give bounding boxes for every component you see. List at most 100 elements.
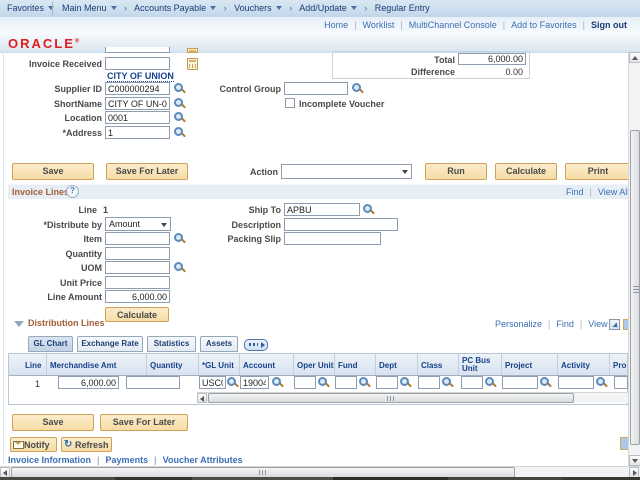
scrollbar-thumb[interactable]: [630, 130, 640, 445]
shortname-input[interactable]: [105, 97, 170, 110]
row-pc-bus-unit-input[interactable]: [461, 376, 483, 389]
supplier-id-input[interactable]: [105, 82, 170, 95]
help-icon[interactable]: [66, 185, 79, 198]
distribute-by-select[interactable]: Amount: [105, 217, 171, 231]
breadcrumb-add-update[interactable]: Add/Update: [299, 3, 357, 13]
payments-link[interactable]: Payments: [106, 455, 149, 465]
supplier-name-link[interactable]: CITY OF UNION: [107, 71, 174, 82]
row-project-input[interactable]: [502, 376, 538, 389]
row-oper-unit-input[interactable]: [294, 376, 316, 389]
worklist-link[interactable]: Worklist: [363, 20, 395, 30]
action-select[interactable]: [281, 164, 412, 179]
incomplete-voucher-checkbox[interactable]: [285, 98, 295, 108]
invoice-information-link[interactable]: Invoice Information: [8, 455, 91, 465]
view-all-link[interactable]: View All: [598, 187, 628, 197]
lookup-icon[interactable]: [484, 376, 497, 389]
row-activity-input[interactable]: [558, 376, 594, 389]
lookup-icon[interactable]: [358, 376, 371, 389]
lookup-icon[interactable]: [441, 376, 454, 389]
col-divider: [501, 354, 502, 375]
clipped-field[interactable]: [105, 47, 170, 53]
home-link[interactable]: Home: [324, 20, 348, 30]
total-input[interactable]: [458, 53, 526, 65]
control-group-input[interactable]: [284, 82, 348, 95]
multichannel-console-link[interactable]: MultiChannel Console: [409, 20, 497, 30]
calculate-button[interactable]: Calculate: [495, 163, 557, 180]
item-input[interactable]: [105, 232, 170, 245]
distribute-by-label: *Distribute by: [0, 220, 102, 230]
lookup-icon[interactable]: [173, 126, 186, 139]
line-number: 1: [103, 205, 108, 215]
scroll-up-button[interactable]: [629, 52, 640, 63]
notify-button[interactable]: Notify: [10, 437, 57, 452]
lookup-icon[interactable]: [362, 203, 375, 216]
scrollbar-thumb[interactable]: [208, 393, 574, 403]
lookup-icon[interactable]: [539, 376, 552, 389]
breadcrumb-main-menu[interactable]: Main Menu: [62, 3, 117, 13]
lookup-icon[interactable]: [351, 82, 364, 95]
location-input[interactable]: [105, 111, 170, 124]
row-clipped-input[interactable]: [614, 376, 628, 389]
col-fund: Fund: [338, 362, 358, 370]
packing-slip-input[interactable]: [284, 232, 381, 245]
address-input[interactable]: [105, 126, 170, 139]
lookup-icon[interactable]: [399, 376, 412, 389]
ship-to-input[interactable]: [284, 203, 360, 216]
voucher-attributes-link[interactable]: Voucher Attributes: [163, 455, 243, 465]
row-merchandise-amt-input[interactable]: [58, 376, 119, 389]
scroll-left-button[interactable]: [197, 393, 207, 403]
calendar-icon[interactable]: [187, 48, 198, 53]
add-to-favorites-link[interactable]: Add to Favorites: [511, 20, 577, 30]
tab-gl-chart[interactable]: GL Chart: [28, 336, 73, 352]
save-button[interactable]: Save: [12, 163, 94, 180]
scroll-down-button[interactable]: [629, 455, 640, 466]
uom-input[interactable]: [105, 261, 170, 274]
sign-out-link[interactable]: Sign out: [591, 20, 627, 30]
find-link[interactable]: Find: [566, 187, 584, 197]
refresh-label: Refresh: [75, 440, 109, 450]
tab-exchange-rate[interactable]: Exchange Rate: [77, 336, 143, 352]
lookup-icon[interactable]: [173, 261, 186, 274]
breadcrumb-accounts-payable[interactable]: Accounts Payable: [134, 3, 216, 13]
print-button[interactable]: Print: [565, 163, 631, 180]
row-quantity-input[interactable]: [126, 376, 180, 389]
find-link[interactable]: Find: [556, 319, 574, 329]
download-grid-icon[interactable]: [609, 319, 620, 330]
favorites-menu[interactable]: Favorites: [7, 0, 54, 17]
collapse-section-icon[interactable]: [14, 321, 24, 327]
unit-price-input[interactable]: [105, 276, 170, 289]
line-calculate-button[interactable]: Calculate: [105, 307, 169, 322]
total-label: Total: [390, 55, 455, 65]
save-for-later-button[interactable]: Save For Later: [106, 163, 188, 180]
tab-assets[interactable]: Assets: [200, 336, 238, 352]
voucher-regular-entry-page: Favorites Main Menu Accounts Payable Vou…: [0, 0, 640, 480]
row-fund-input[interactable]: [335, 376, 357, 389]
lookup-icon[interactable]: [226, 376, 239, 389]
line-amount-input[interactable]: [105, 290, 170, 303]
show-all-columns-icon[interactable]: [244, 339, 268, 351]
page-vertical-scrollbar[interactable]: [628, 52, 640, 466]
lookup-icon[interactable]: [317, 376, 330, 389]
incomplete-voucher-label: Incomplete Voucher: [299, 99, 384, 109]
grid-horizontal-scrollbar[interactable]: [197, 392, 628, 403]
personalize-link[interactable]: Personalize: [495, 319, 542, 329]
description-input[interactable]: [284, 218, 398, 231]
refresh-button[interactable]: Refresh: [61, 437, 112, 452]
notify-label: Notify: [24, 440, 50, 450]
row-class-input[interactable]: [418, 376, 440, 389]
footer-save-button[interactable]: Save: [12, 414, 94, 431]
breadcrumb-vouchers[interactable]: Vouchers: [234, 3, 282, 13]
row-dept-input[interactable]: [376, 376, 398, 389]
lookup-icon[interactable]: [595, 376, 608, 389]
invoice-received-input[interactable]: [105, 57, 170, 70]
lookup-icon[interactable]: [173, 97, 186, 110]
row-gl-unit-input[interactable]: [199, 376, 226, 389]
row-account-input[interactable]: [240, 376, 269, 389]
calendar-icon[interactable]: [187, 58, 198, 70]
tab-statistics[interactable]: Statistics: [147, 336, 196, 352]
footer-save-for-later-button[interactable]: Save For Later: [100, 414, 188, 431]
lookup-icon[interactable]: [271, 376, 284, 389]
run-button[interactable]: Run: [425, 163, 487, 180]
quantity-input[interactable]: [105, 247, 170, 260]
lookup-icon[interactable]: [173, 111, 186, 124]
